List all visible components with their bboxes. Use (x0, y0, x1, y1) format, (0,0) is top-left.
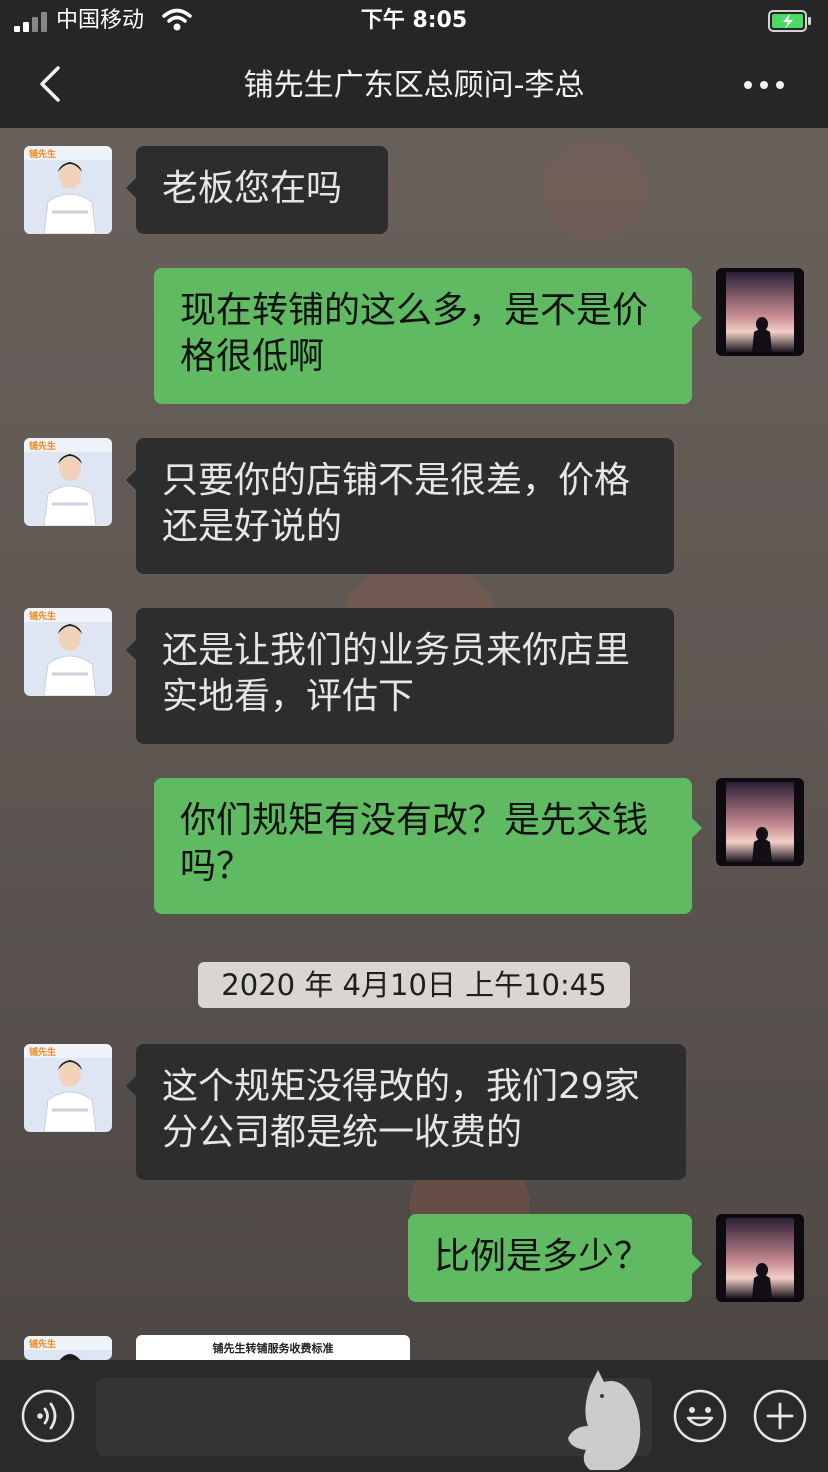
chat-timestamp: 2020 年 4月10日 上午10:45 (198, 962, 630, 1008)
svg-text:铺先生: 铺先生 (29, 1046, 56, 1058)
contact-avatar[interactable]: 铺先生 (24, 1044, 112, 1132)
message-bubble-outgoing[interactable]: 比例是多少？ (408, 1214, 702, 1302)
battery-charging-icon (768, 9, 812, 33)
contact-avatar[interactable]: 铺先生 (24, 608, 112, 696)
message-bubble-incoming[interactable]: 只要你的店铺不是很差，价格还是好说的 (126, 438, 674, 574)
emoji-button[interactable] (672, 1388, 728, 1444)
contact-avatar[interactable]: 铺先生 (24, 1336, 112, 1360)
chat-title: 铺先生广东区总顾问-李总 (243, 68, 585, 103)
more-button[interactable] (740, 70, 788, 100)
my-avatar[interactable] (716, 1214, 804, 1302)
contact-avatar[interactable]: 铺先生 (24, 146, 112, 234)
svg-text:铺先生: 铺先生 (29, 148, 56, 160)
svg-text:铺先生: 铺先生 (29, 1338, 56, 1350)
status-time: 下午 8:05 (360, 8, 468, 33)
my-avatar[interactable] (716, 268, 804, 356)
nav-bar: 铺先生广东区总顾问-李总 (0, 44, 828, 128)
plus-button[interactable] (752, 1388, 808, 1444)
input-bar (0, 1360, 828, 1472)
chevron-left-icon (40, 66, 60, 102)
voice-icon (21, 1389, 75, 1443)
my-avatar[interactable] (716, 778, 804, 866)
status-bar: 中国移动 下午 8:05 (0, 0, 828, 44)
contact-avatar[interactable]: 铺先生 (24, 438, 112, 526)
message-bubble-outgoing[interactable]: 你们规矩有没有改？是先交钱吗？ (154, 778, 702, 914)
back-button[interactable] (30, 62, 74, 106)
message-bubble-incoming[interactable]: 老板您在吗 (126, 146, 388, 234)
svg-text:铺先生: 铺先生 (29, 610, 56, 622)
floating-cat-decoration (560, 1366, 650, 1472)
svg-text:铺先生: 铺先生 (29, 440, 56, 452)
voice-button[interactable] (20, 1388, 76, 1444)
more-dots-icon (744, 81, 784, 89)
message-bubble-incoming[interactable]: 还是让我们的业务员来你店里实地看，评估下 (126, 608, 674, 744)
message-bubble-incoming[interactable]: 这个规矩没得改的，我们29家分公司都是统一收费的 (126, 1044, 686, 1180)
message-bubble-outgoing[interactable]: 现在转铺的这么多，是不是价格很低啊 (154, 268, 702, 404)
background-decoration (540, 140, 650, 240)
chat-screen: 中国移动 下午 8:05 铺先生广东区总顾问-李总 铺先生 老板您在吗 现在转铺… (0, 0, 828, 1472)
emoji-icon (673, 1389, 727, 1443)
plus-icon (753, 1389, 807, 1443)
